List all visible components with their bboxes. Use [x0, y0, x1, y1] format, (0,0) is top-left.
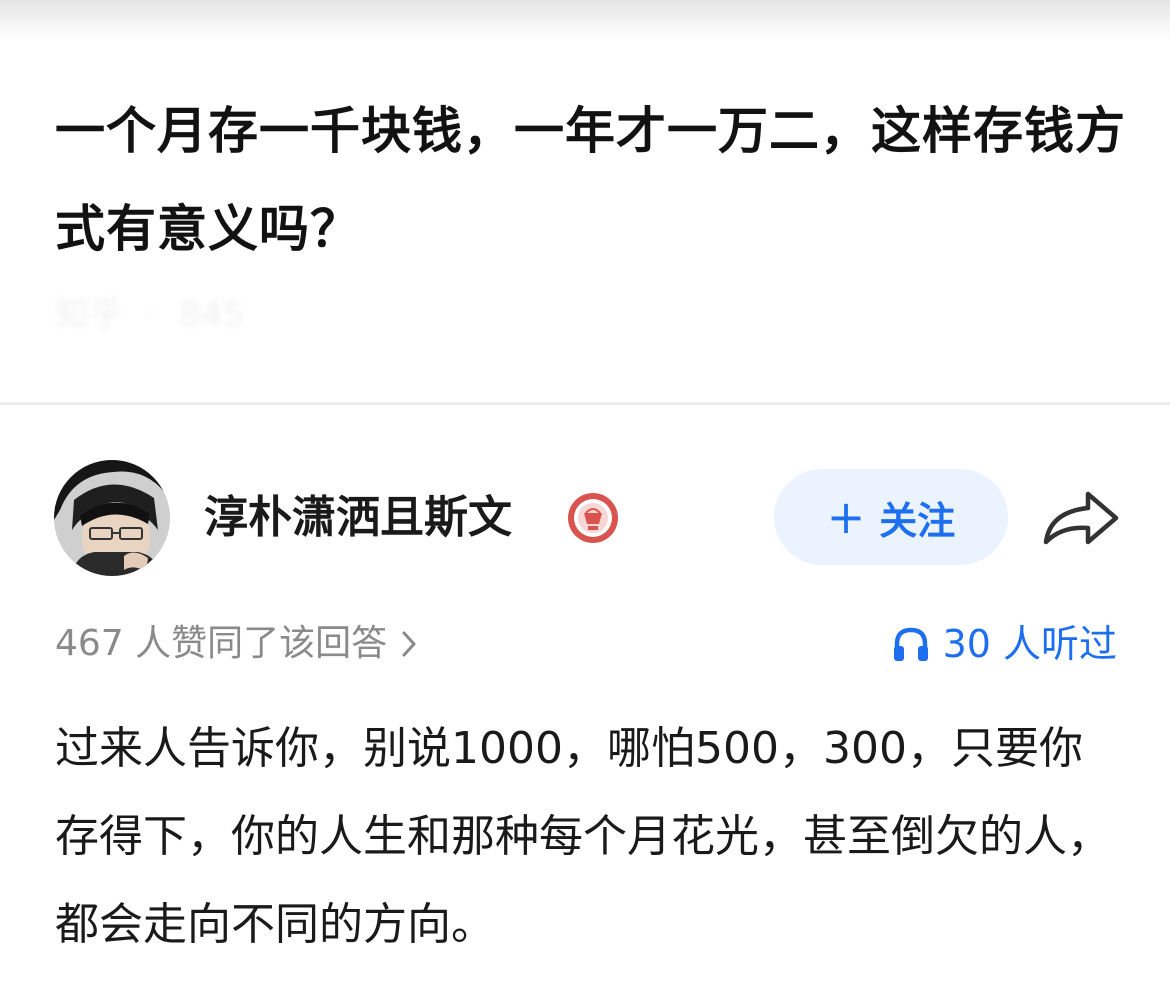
follow-label: 关注 [879, 498, 956, 543]
listen-link[interactable]: 30 人听过 [891, 618, 1117, 670]
top-shadow [0, 0, 1170, 38]
question-title[interactable]: 一个月存一千块钱，一年才一万二，这样存钱方式有意义吗？ [55, 82, 1130, 278]
badge-icon [568, 493, 618, 543]
votes-link[interactable]: 467 人赞同了该回答 [55, 618, 417, 670]
listen-text: 30 人听过 [942, 622, 1117, 666]
author-name[interactable]: 淳朴潇洒且斯文 [204, 488, 512, 548]
follow-button[interactable]: + 关注 [774, 469, 1008, 565]
meta-source: 知乎 [55, 295, 123, 335]
avatar[interactable] [54, 460, 170, 576]
answer-text[interactable]: 过来人告诉你，别说1000，哪怕500，300，只要你存得下，你的人生和那种每个… [55, 705, 1125, 969]
headphone-icon [893, 627, 928, 661]
votes-text: 467 人赞同了该回答 [55, 623, 388, 664]
plus-icon: + [826, 490, 866, 544]
chevron-right-icon [402, 631, 416, 657]
meta-dot: · [145, 295, 157, 335]
share-icon[interactable] [1040, 488, 1120, 548]
meta-count: 845 [179, 295, 245, 335]
answer-page: 一个月存一千块钱，一年才一万二，这样存钱方式有意义吗？ 知乎 · 845 淳朴潇… [0, 0, 1170, 999]
divider [0, 402, 1170, 405]
question-meta: 知乎 · 845 [55, 290, 256, 340]
